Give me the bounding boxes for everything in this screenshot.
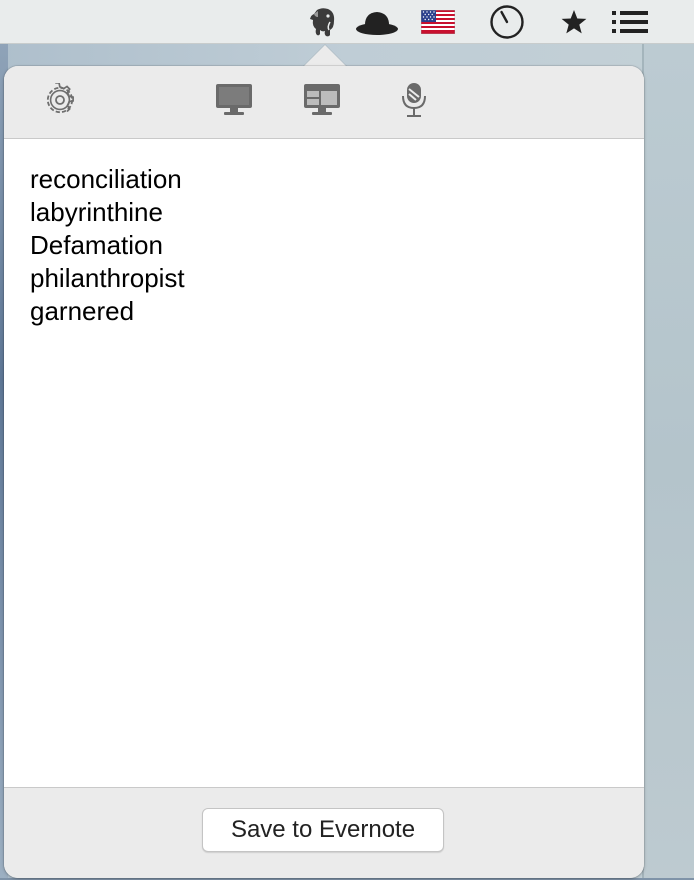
desktop-background-right [642,44,694,880]
note-line: garnered [30,296,135,326]
window-grid-icon [302,82,342,123]
save-to-evernote-button[interactable]: Save to Evernote [202,808,444,852]
note-line: Defamation [30,230,163,260]
popover-footer: Save to Evernote [4,788,644,878]
star-icon[interactable] [558,5,590,39]
record-audio-button[interactable] [392,82,436,122]
note-text: reconciliation labyrinthine Defamation p… [30,163,185,328]
monitor-icon [214,82,254,123]
popover-toolbar [4,66,644,139]
evernote-helper-popover: reconciliation labyrinthine Defamation p… [4,66,644,878]
clock-icon[interactable] [488,5,526,39]
note-line: labyrinthine [30,197,163,227]
evernote-elephant-icon[interactable] [305,5,341,39]
note-editor[interactable]: reconciliation labyrinthine Defamation p… [4,139,644,788]
gear-icon [43,81,77,122]
menu-bar [0,0,694,44]
note-line: philanthropist [30,263,185,293]
settings-button[interactable] [38,81,82,122]
list-icon[interactable] [610,5,650,39]
capture-screen-button[interactable] [212,82,256,122]
us-flag-icon[interactable] [420,5,456,39]
microphone-icon [398,82,430,123]
popover-arrow [303,45,347,67]
capture-window-button[interactable] [300,82,344,122]
bowler-hat-icon[interactable] [354,5,400,39]
note-line: reconciliation [30,164,182,194]
